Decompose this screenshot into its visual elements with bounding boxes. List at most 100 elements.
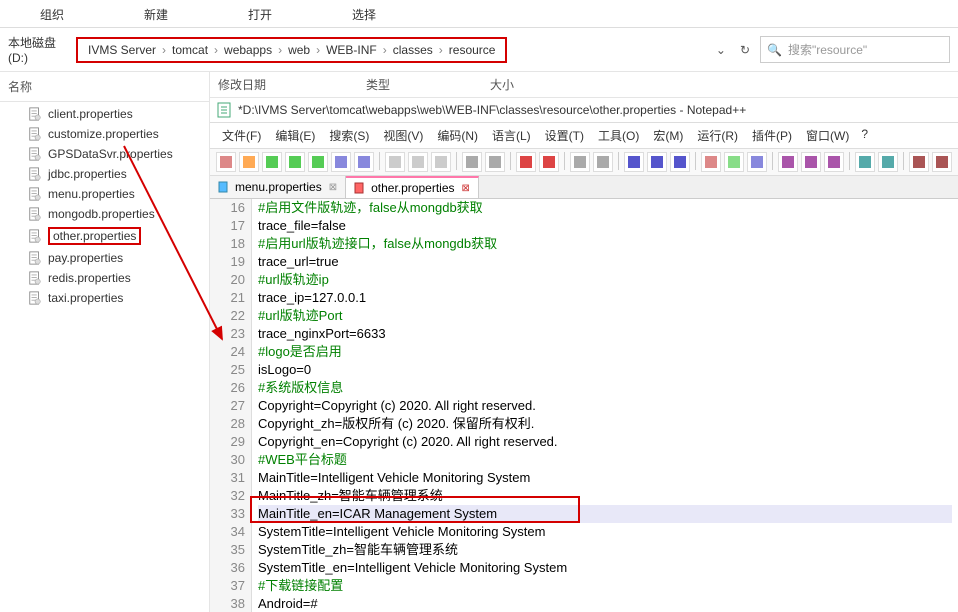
breadcrumb-item[interactable]: webapps: [224, 43, 272, 57]
code-line[interactable]: trace_nginxPort=6633: [258, 325, 952, 343]
close-icon[interactable]: ⊠: [462, 183, 470, 194]
toolbar-button[interactable]: [878, 152, 898, 172]
toolbar-button[interactable]: [647, 152, 667, 172]
code-line[interactable]: MainTitle=Intelligent Vehicle Monitoring…: [258, 469, 952, 487]
toolbar-button[interactable]: [485, 152, 505, 172]
breadcrumb-item[interactable]: web: [288, 43, 310, 57]
editor-menu-item[interactable]: 文件(F): [216, 125, 267, 146]
toolbar-button[interactable]: [855, 152, 875, 172]
column-header[interactable]: 大小: [490, 76, 514, 93]
file-item[interactable]: GPSDataSvr.properties: [0, 144, 209, 164]
editor-menu-item[interactable]: 视图(V): [377, 125, 429, 146]
toolbar-button[interactable]: [539, 152, 559, 172]
toolbar-button[interactable]: [701, 152, 721, 172]
refresh-icon[interactable]: ↻: [736, 43, 754, 57]
editor-menu-item[interactable]: 工具(O): [592, 125, 645, 146]
editor-menu-item[interactable]: 编辑(E): [269, 125, 321, 146]
explorer-menu-item[interactable]: 组织: [0, 0, 104, 27]
breadcrumb-item[interactable]: tomcat: [172, 43, 208, 57]
editor-menu-item[interactable]: 搜索(S): [323, 125, 375, 146]
code-line[interactable]: Copyright=Copyright (c) 2020. All right …: [258, 397, 952, 415]
breadcrumb[interactable]: IVMS Server›tomcat›webapps›web›WEB-INF›c…: [76, 37, 507, 63]
toolbar-button[interactable]: [670, 152, 690, 172]
file-item[interactable]: customize.properties: [0, 124, 209, 144]
toolbar-button[interactable]: [570, 152, 590, 172]
code-line[interactable]: SystemTitle_zh=智能车辆管理系统: [258, 541, 952, 559]
file-item[interactable]: redis.properties: [0, 268, 209, 288]
code-line[interactable]: #WEB平台标题: [258, 451, 952, 469]
code-line[interactable]: trace_ip=127.0.0.1: [258, 289, 952, 307]
close-icon[interactable]: ⊠: [329, 182, 337, 193]
toolbar-button[interactable]: [262, 152, 282, 172]
search-input[interactable]: 🔍 搜索"resource": [760, 36, 950, 63]
explorer-menu-item[interactable]: 打开: [208, 0, 312, 27]
code-line[interactable]: Android=#: [258, 595, 952, 612]
code-line[interactable]: #启用url版轨迹接口，false从mongdb获取: [258, 235, 952, 253]
code-line[interactable]: #启用文件版轨迹，false从mongdb获取: [258, 199, 952, 217]
code-line[interactable]: SystemTitle_en=Intelligent Vehicle Monit…: [258, 559, 952, 577]
code-line[interactable]: #logo是否启用: [258, 343, 952, 361]
file-item[interactable]: mongodb.properties: [0, 204, 209, 224]
editor-menu-item[interactable]: 语言(L): [486, 125, 537, 146]
file-item[interactable]: client.properties: [0, 104, 209, 124]
toolbar-button[interactable]: [354, 152, 374, 172]
editor-tab[interactable]: menu.properties⊠: [210, 176, 346, 198]
toolbar-button[interactable]: [801, 152, 821, 172]
explorer-menu-item[interactable]: 新建: [104, 0, 208, 27]
breadcrumb-item[interactable]: resource: [449, 43, 496, 57]
chevron-down-icon[interactable]: ⌄: [712, 43, 730, 57]
column-header[interactable]: 类型: [366, 76, 390, 93]
toolbar-button[interactable]: [331, 152, 351, 172]
toolbar-button[interactable]: [593, 152, 613, 172]
code-line[interactable]: isLogo=0: [258, 361, 952, 379]
toolbar-button[interactable]: [932, 152, 952, 172]
toolbar-button[interactable]: [516, 152, 536, 172]
toolbar-button[interactable]: [308, 152, 328, 172]
code-area[interactable]: 1617181920212223242526272829303132333435…: [210, 199, 958, 612]
toolbar-button[interactable]: [909, 152, 929, 172]
editor-menu-item[interactable]: 编码(N): [431, 125, 484, 146]
breadcrumb-item[interactable]: WEB-INF: [326, 43, 377, 57]
code-line[interactable]: trace_file=false: [258, 217, 952, 235]
editor-tab[interactable]: other.properties⊠: [346, 176, 479, 198]
code-line[interactable]: Copyright_zh=版权所有 (c) 2020. 保留所有权利.: [258, 415, 952, 433]
code-line[interactable]: #url版轨迹Port: [258, 307, 952, 325]
code-line[interactable]: MainTitle_zh=智能车辆管理系统: [258, 487, 952, 505]
toolbar-button[interactable]: [724, 152, 744, 172]
toolbar-button[interactable]: [216, 152, 236, 172]
editor-menu-item[interactable]: 设置(T): [539, 125, 590, 146]
file-item[interactable]: other.properties: [0, 224, 149, 248]
code-line[interactable]: trace_url=true: [258, 253, 952, 271]
toolbar-button[interactable]: [462, 152, 482, 172]
code-line[interactable]: #下载链接配置: [258, 577, 952, 595]
code-line[interactable]: Copyright_en=Copyright (c) 2020. All rig…: [258, 433, 952, 451]
name-column-header[interactable]: 名称: [8, 78, 32, 95]
toolbar-button[interactable]: [431, 152, 451, 172]
toolbar-button[interactable]: [408, 152, 428, 172]
toolbar-button[interactable]: [747, 152, 767, 172]
code-line[interactable]: MainTitle_en=ICAR Management System: [258, 505, 952, 523]
code-line[interactable]: #系统版权信息: [258, 379, 952, 397]
code-content[interactable]: #启用文件版轨迹，false从mongdb获取trace_file=false#…: [252, 199, 958, 612]
toolbar-button[interactable]: [624, 152, 644, 172]
toolbar-button[interactable]: [824, 152, 844, 172]
toolbar-button[interactable]: [385, 152, 405, 172]
file-item[interactable]: taxi.properties: [0, 288, 209, 308]
explorer-menu-item[interactable]: 选择: [312, 0, 416, 27]
editor-menu-item[interactable]: 宏(M): [647, 125, 689, 146]
toolbar-button[interactable]: [285, 152, 305, 172]
file-item[interactable]: pay.properties: [0, 248, 209, 268]
breadcrumb-item[interactable]: IVMS Server: [88, 43, 156, 57]
editor-menu-item[interactable]: 插件(P): [746, 125, 798, 146]
file-item[interactable]: jdbc.properties: [0, 164, 209, 184]
toolbar-button[interactable]: [778, 152, 798, 172]
column-header[interactable]: 修改日期: [218, 76, 266, 93]
file-item[interactable]: menu.properties: [0, 184, 209, 204]
code-line[interactable]: #url版轨迹ip: [258, 271, 952, 289]
help-menu[interactable]: ?: [857, 125, 872, 146]
toolbar-button[interactable]: [239, 152, 259, 172]
code-line[interactable]: SystemTitle=Intelligent Vehicle Monitori…: [258, 523, 952, 541]
breadcrumb-item[interactable]: classes: [393, 43, 433, 57]
editor-menu-item[interactable]: 窗口(W): [800, 125, 855, 146]
editor-menu-item[interactable]: 运行(R): [691, 125, 744, 146]
